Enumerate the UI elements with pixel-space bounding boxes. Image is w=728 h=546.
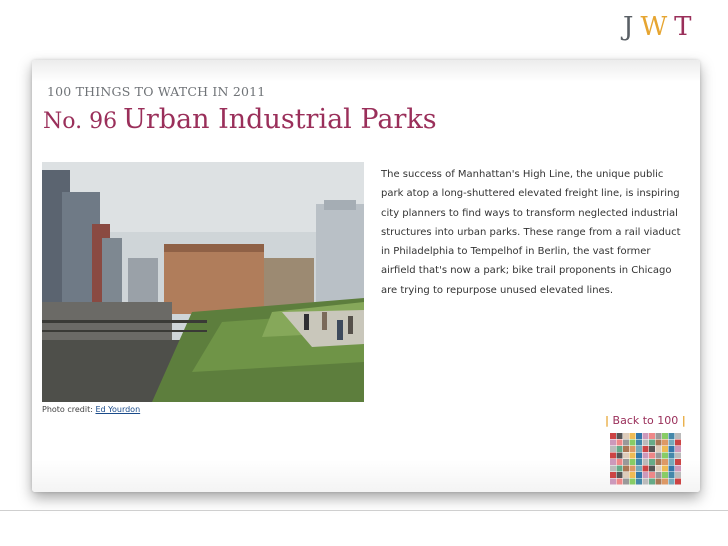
thumbnail-mosaic[interactable] xyxy=(610,433,682,485)
slide-body-text: The success of Manhattan's High Line, th… xyxy=(381,169,681,296)
logo-letter-w: W xyxy=(640,12,675,42)
slide-number: No. 96 xyxy=(43,109,118,134)
photo-credit: Photo credit: Ed Yourdon xyxy=(42,405,140,414)
photo-credit-label: Photo credit: xyxy=(42,405,93,414)
logo-letter-j: J xyxy=(623,12,641,42)
high-line-photo xyxy=(42,162,364,402)
logo-letter-t: T xyxy=(674,12,699,42)
back-bar-right: | xyxy=(681,414,686,427)
jwt-logo: JWT xyxy=(623,12,699,42)
back-to-100-label: Back to 100 xyxy=(612,414,679,427)
back-bar-left: | xyxy=(605,414,610,427)
footer-divider xyxy=(0,510,728,511)
photo-credit-link[interactable]: Ed Yourdon xyxy=(95,405,140,414)
slide-kicker: 100 THINGS TO WATCH IN 2011 xyxy=(47,84,266,99)
back-to-100-link[interactable]: | Back to 100 | xyxy=(605,414,686,427)
slide-headline: No. 96 Urban Industrial Parks xyxy=(43,104,437,135)
slide-title: Urban Industrial Parks xyxy=(123,104,437,135)
